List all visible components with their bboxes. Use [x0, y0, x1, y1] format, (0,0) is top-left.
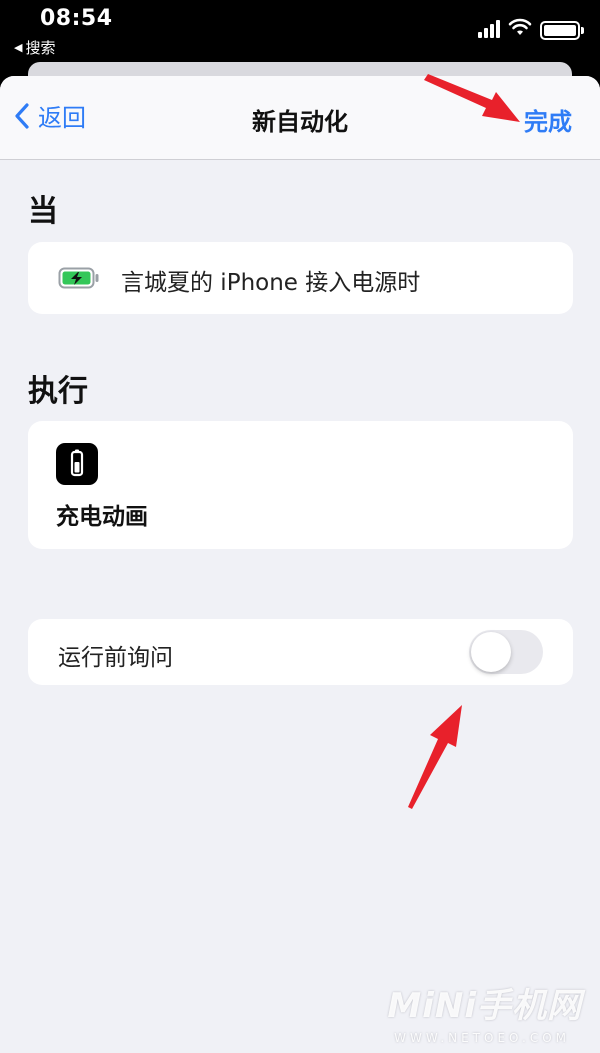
watermark-url: WWW.NETOEO.COM [394, 1031, 570, 1045]
done-button[interactable]: 完成 [524, 102, 572, 137]
ask-before-running-label: 运行前询问 [58, 645, 173, 671]
charging-battery-icon [58, 267, 99, 289]
trigger-section-heading: 当 [28, 194, 58, 229]
trigger-row[interactable]: 言城夏的 iPhone 接入电源时 [28, 242, 573, 314]
new-automation-sheet: 返回 新自动化 完成 当 言城夏的 iPhone 接入电源时 执行 充电动画 运… [0, 76, 600, 1053]
status-bar: 08:54 ◀ 搜索 [0, 0, 600, 62]
trigger-description: 言城夏的 iPhone 接入电源时 [121, 270, 421, 296]
battery-icon [540, 21, 584, 40]
action-name: 充电动画 [56, 504, 148, 530]
wifi-icon [508, 18, 532, 35]
back-triangle-icon: ◀ [14, 41, 23, 54]
ask-before-running-row: 运行前询问 [28, 619, 573, 685]
back-app-label: 搜索 [25, 39, 56, 57]
action-section-heading: 执行 [28, 374, 88, 409]
ask-before-running-toggle[interactable] [469, 630, 543, 674]
action-card[interactable]: 充电动画 [28, 421, 573, 549]
cellular-signal-icon [478, 20, 500, 38]
watermark-logo: MiNi手机网 [387, 986, 582, 1026]
back-to-app-link[interactable]: ◀ 搜索 [14, 37, 55, 58]
toggle-knob [471, 632, 511, 672]
status-time: 08:54 [40, 6, 113, 31]
annotation-arrow-icon [424, 74, 520, 122]
battery-app-icon [56, 443, 98, 485]
annotation-arrow-icon [408, 705, 462, 809]
